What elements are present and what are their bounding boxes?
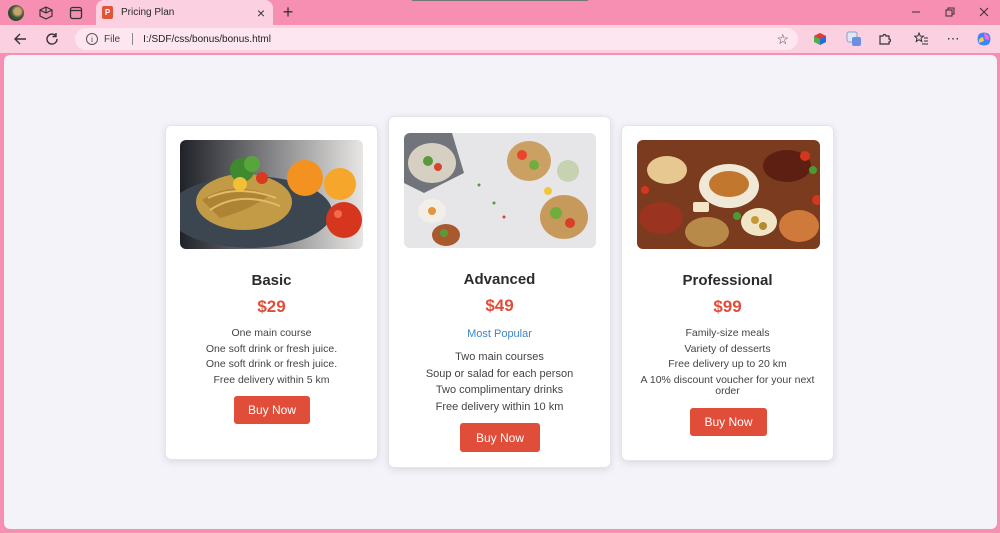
refresh-icon[interactable] bbox=[42, 29, 62, 49]
professional-food-image bbox=[637, 140, 820, 249]
plan-features: One main course One soft drink or fresh … bbox=[166, 326, 377, 388]
browser-toolbar: i File I:/SDF/css/bonus/bonus.html ☆ ⋯ bbox=[0, 25, 1000, 53]
tab-actions-icon[interactable] bbox=[67, 4, 85, 22]
plan-name: Advanced bbox=[463, 271, 536, 288]
plan-price: $29 bbox=[257, 297, 286, 316]
address-scheme: File bbox=[104, 33, 121, 45]
feature-item: One soft drink or fresh juice. bbox=[205, 342, 338, 355]
translate-extension-icon[interactable] bbox=[845, 30, 863, 48]
feature-item: A 10% discount voucher for your next ord… bbox=[640, 373, 815, 397]
workspaces-icon[interactable] bbox=[37, 4, 55, 22]
copilot-icon[interactable] bbox=[975, 30, 993, 48]
basic-food-image bbox=[180, 140, 363, 249]
address-bar[interactable]: i File I:/SDF/css/bonus/bonus.html ☆ bbox=[75, 28, 798, 50]
extension-icon[interactable] bbox=[811, 30, 829, 48]
feature-item: Free delivery up to 20 km bbox=[668, 358, 787, 370]
address-url[interactable]: I:/SDF/css/bonus/bonus.html bbox=[143, 34, 776, 45]
plan-price: $99 bbox=[713, 297, 742, 316]
minimize-icon[interactable] bbox=[898, 2, 934, 22]
feature-item: Family-size meals bbox=[685, 327, 770, 339]
restore-icon[interactable] bbox=[932, 2, 968, 22]
window-top-line bbox=[412, 0, 588, 1]
feature-item: Free delivery within 5 km bbox=[213, 373, 330, 386]
address-separator bbox=[132, 33, 134, 45]
buy-now-button-professional[interactable]: Buy Now bbox=[690, 408, 767, 436]
extensions-puzzle-icon[interactable] bbox=[876, 30, 894, 48]
tab-favicon: P bbox=[102, 6, 113, 19]
plan-card-basic: Basic $29 One main course One soft drink… bbox=[165, 125, 378, 460]
profile-avatar[interactable] bbox=[8, 5, 24, 21]
plan-price: $49 bbox=[485, 296, 514, 315]
plan-features: Family-size meals Variety of desserts Fr… bbox=[622, 326, 833, 398]
plan-card-advanced: Advanced $49 Most Popular Two main cours… bbox=[388, 116, 611, 468]
feature-item: Two complimentary drinks bbox=[435, 384, 564, 396]
site-info-icon[interactable]: i bbox=[86, 33, 98, 45]
plan-card-professional: Professional $99 Family-size meals Varie… bbox=[621, 125, 834, 461]
feature-item: Variety of desserts bbox=[684, 342, 771, 355]
buy-now-button-advanced[interactable]: Buy Now bbox=[460, 423, 540, 452]
feature-item: Soup or salad for each person bbox=[425, 367, 574, 380]
page-viewport: Basic $29 One main course One soft drink… bbox=[4, 55, 997, 529]
tab-strip: P Pricing Plan × + bbox=[0, 0, 1000, 25]
plan-features: Two main courses Soup or salad for each … bbox=[389, 349, 610, 415]
most-popular-badge: Most Popular bbox=[467, 328, 532, 340]
tab-close-icon[interactable]: × bbox=[253, 5, 269, 21]
tab-pricing-plan[interactable]: P Pricing Plan × bbox=[96, 0, 273, 25]
buy-now-button-basic[interactable]: Buy Now bbox=[234, 396, 310, 424]
favorites-icon[interactable] bbox=[912, 30, 930, 48]
feature-item: One soft drink or fresh juice. bbox=[205, 358, 338, 370]
feature-item: One main course bbox=[231, 327, 312, 339]
close-window-icon[interactable] bbox=[966, 2, 1000, 22]
more-options-icon[interactable]: ⋯ bbox=[944, 30, 962, 48]
new-tab-icon[interactable]: + bbox=[279, 2, 297, 22]
back-icon[interactable] bbox=[10, 29, 30, 49]
plan-name: Basic bbox=[251, 272, 292, 289]
tab-title: Pricing Plan bbox=[121, 7, 175, 18]
feature-item: Free delivery within 10 km bbox=[435, 400, 564, 413]
feature-item: Two main courses bbox=[455, 351, 544, 363]
advanced-food-image bbox=[404, 133, 596, 248]
favorite-star-icon[interactable]: ☆ bbox=[776, 31, 789, 48]
plan-name: Professional bbox=[682, 272, 773, 289]
